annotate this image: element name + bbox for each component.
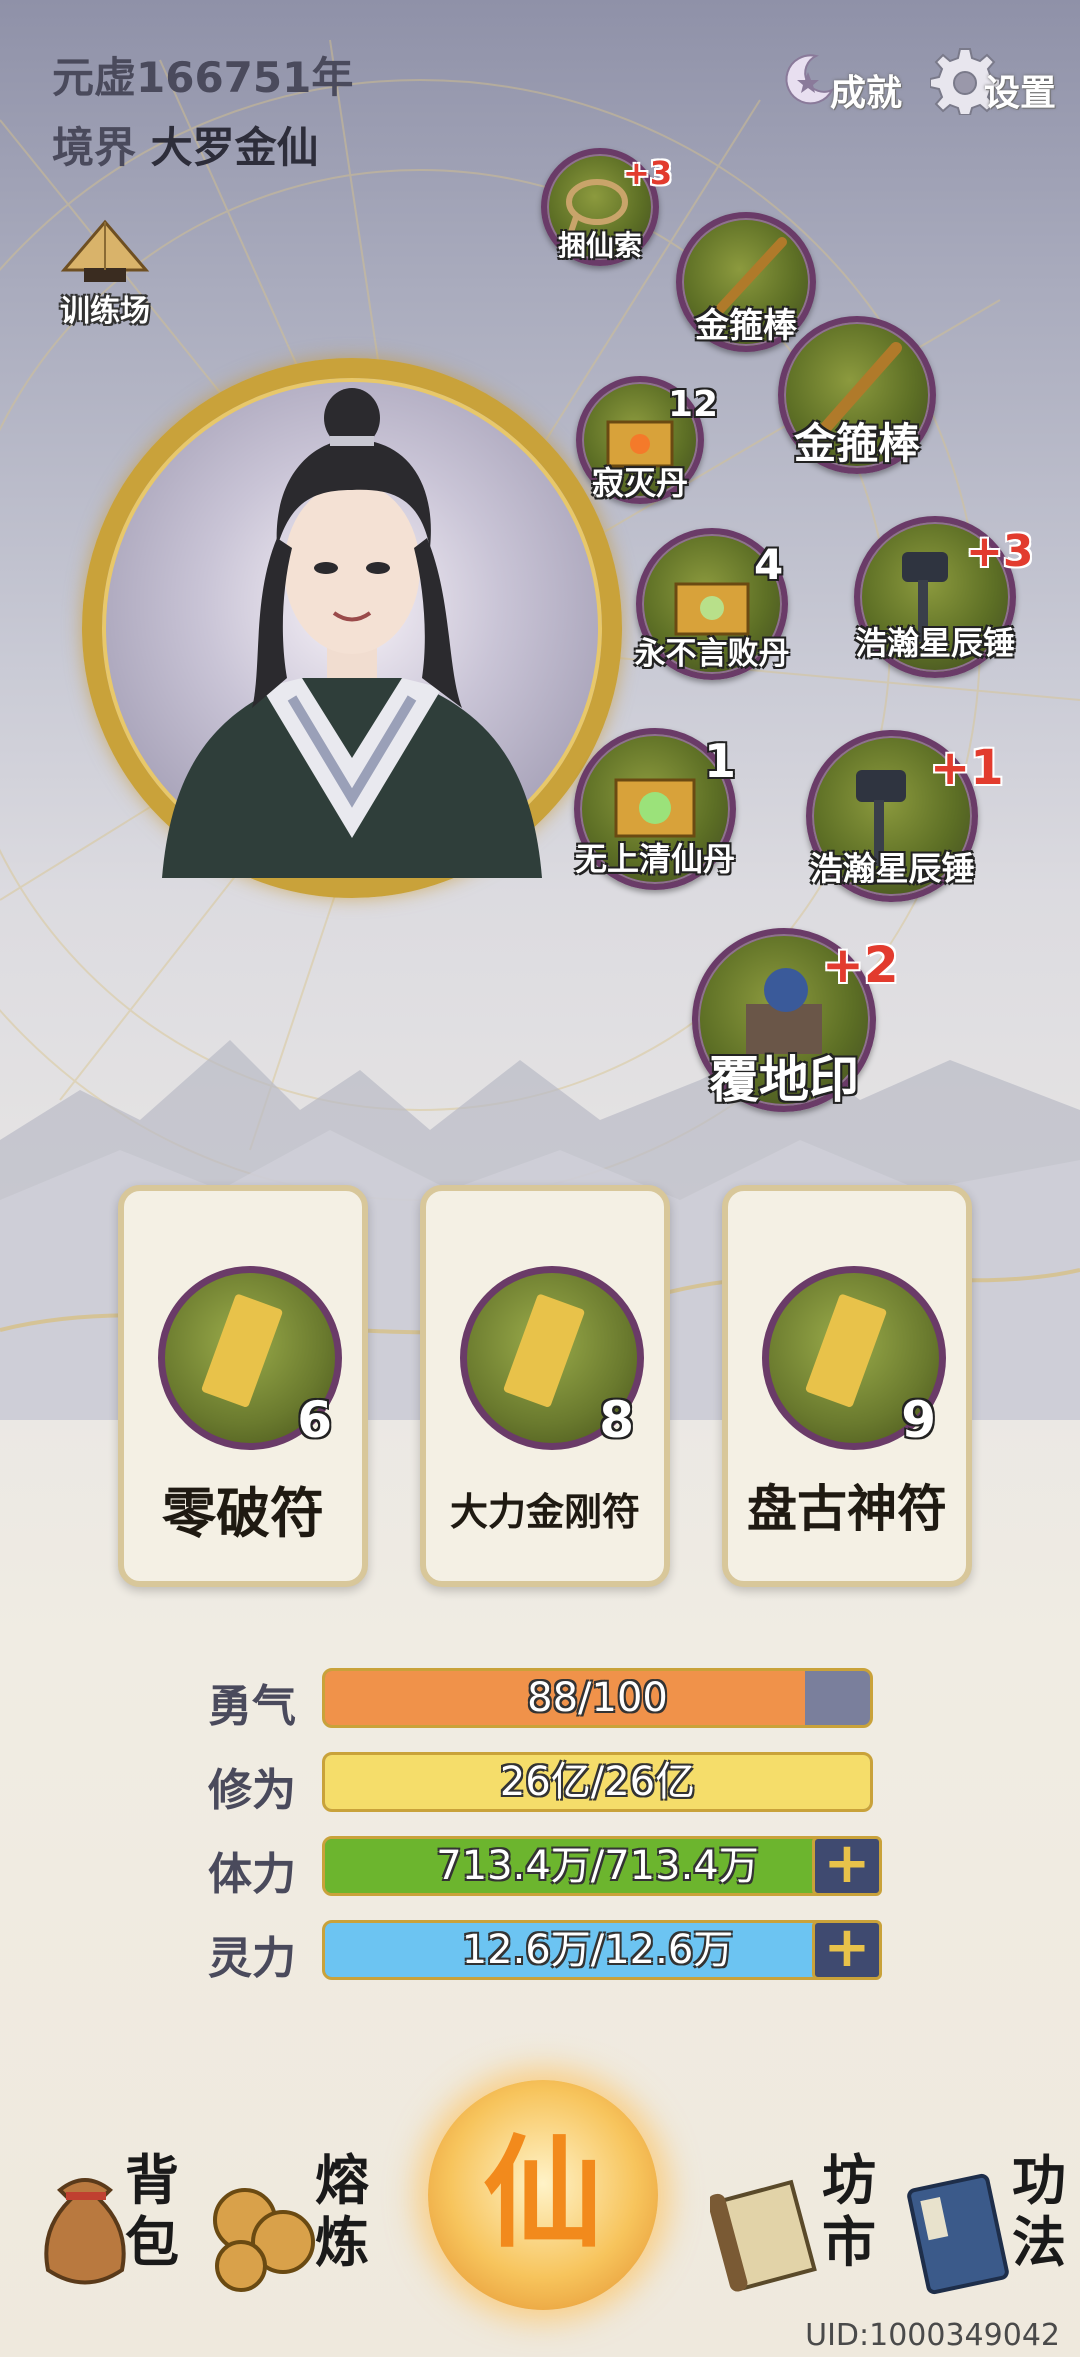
item-star-hammer-1[interactable]: 浩瀚星辰锤 +3	[854, 516, 1033, 678]
bag-icon	[44, 2178, 126, 2285]
item-star-hammer-2[interactable]: 浩瀚星辰锤 +1	[806, 730, 1004, 902]
item-supreme-pill[interactable]: 无上清仙丹 1	[574, 728, 736, 890]
item-level: +3	[966, 526, 1034, 577]
talisman-name: 大力金刚符	[449, 1490, 640, 1534]
talisman-card-1[interactable]: 6 零破符	[118, 1185, 368, 1587]
stamina-bar: 713.4万/713.4万	[322, 1836, 873, 1896]
achievements-label: 成就	[830, 73, 903, 114]
scroll-icon	[710, 2179, 817, 2292]
character-avatar	[162, 388, 542, 878]
nav-market-label-1: 坊	[822, 2149, 876, 2212]
realm-row: 境界 大罗金仙	[52, 114, 319, 175]
stamina-label: 体力	[208, 1849, 296, 1900]
item-level: +1	[930, 740, 1004, 796]
item-label: 无上清仙丹	[574, 840, 736, 878]
nav-bag[interactable]: 背 包	[30, 2150, 190, 2300]
item-label: 金箍棒	[695, 306, 797, 346]
item-never-defeat-pill[interactable]: 永不言败丹 4	[634, 528, 790, 680]
straw-hat-icon	[60, 219, 150, 282]
item-binding-rope[interactable]: 捆仙索 +3	[541, 148, 672, 266]
item-label: 永不言败丹	[634, 636, 790, 672]
nav-smelt-label-1: 熔	[315, 2149, 369, 2212]
achievements-button[interactable]: 成就	[778, 44, 902, 116]
courage-value: 88/100	[527, 1675, 668, 1721]
talisman-count: 9	[901, 1391, 936, 1449]
talisman-card-2[interactable]: 8 大力金刚符	[420, 1185, 670, 1587]
talisman-count: 6	[297, 1391, 332, 1449]
item-level: +2	[822, 936, 899, 994]
item-level: +3	[623, 154, 673, 192]
stamina-value: 713.4万/713.4万	[436, 1843, 759, 1889]
nav-skills[interactable]: 功 法	[900, 2150, 1070, 2300]
stamina-add-button[interactable]: +	[812, 1836, 882, 1896]
nav-smelt-label-2: 炼	[315, 2211, 369, 2274]
spirit-label: 灵力	[208, 1933, 296, 1984]
nav-bag-label-2: 包	[125, 2211, 179, 2274]
settings-button[interactable]: 设置	[930, 44, 1056, 116]
item-silence-pill[interactable]: 寂灭丹 12	[576, 376, 718, 504]
crescent-star-icon	[785, 54, 835, 105]
item-label: 浩瀚星辰锤	[809, 849, 975, 888]
courage-label: 勇气	[208, 1681, 296, 1732]
item-count: 1	[704, 734, 737, 788]
spirit-add-button[interactable]: +	[812, 1920, 882, 1980]
realm-value: 大罗金仙	[150, 123, 319, 172]
item-label: 覆地印	[709, 1051, 859, 1109]
book-icon	[907, 2173, 1009, 2295]
cultivation-bar: 26亿/26亿	[322, 1752, 873, 1812]
item-label: 金箍棒	[793, 419, 921, 468]
nav-immortal-center-button[interactable]: 仙	[428, 2080, 658, 2310]
talisman-name: 零破符	[162, 1482, 324, 1545]
nav-smelt[interactable]: 熔 炼	[205, 2150, 375, 2300]
item-count: 4	[754, 540, 784, 589]
talisman-card-3[interactable]: 9 盘古神符	[722, 1185, 972, 1587]
nav-skills-label-1: 功	[1012, 2149, 1066, 2212]
cultivation-value: 26亿/26亿	[499, 1759, 696, 1805]
item-label: 寂灭丹	[591, 464, 689, 502]
settings-label: 设置	[984, 73, 1057, 114]
training-ground-button[interactable]: 训练场	[50, 218, 160, 329]
realm-label: 境界	[52, 123, 137, 172]
item-golden-staff-2[interactable]: 金箍棒	[778, 316, 936, 474]
courage-bar: 88/100	[322, 1668, 873, 1728]
gold-ingots-icon	[213, 2188, 315, 2292]
user-id: UID:1000349042	[805, 2318, 1060, 2353]
item-count: 12	[668, 384, 719, 425]
spirit-value: 12.6万/12.6万	[461, 1927, 734, 1973]
cultivation-label: 修为	[208, 1765, 296, 1816]
item-label: 捆仙索	[557, 229, 643, 262]
talisman-name: 盘古神符	[747, 1480, 947, 1538]
item-earth-seal[interactable]: 覆地印 +2	[692, 928, 899, 1112]
nav-bag-label-1: 背	[125, 2149, 179, 2212]
era-text: 元虚166751年	[52, 53, 354, 102]
nav-skills-label-2: 法	[1012, 2211, 1066, 2274]
training-label: 训练场	[60, 294, 150, 329]
nav-market-label-2: 市	[822, 2211, 876, 2274]
item-label: 浩瀚星辰锤	[854, 624, 1016, 662]
talisman-count: 8	[599, 1391, 634, 1449]
character-portrait[interactable]	[82, 358, 622, 898]
spirit-bar: 12.6万/12.6万	[322, 1920, 873, 1980]
nav-market[interactable]: 坊 市	[710, 2150, 880, 2300]
